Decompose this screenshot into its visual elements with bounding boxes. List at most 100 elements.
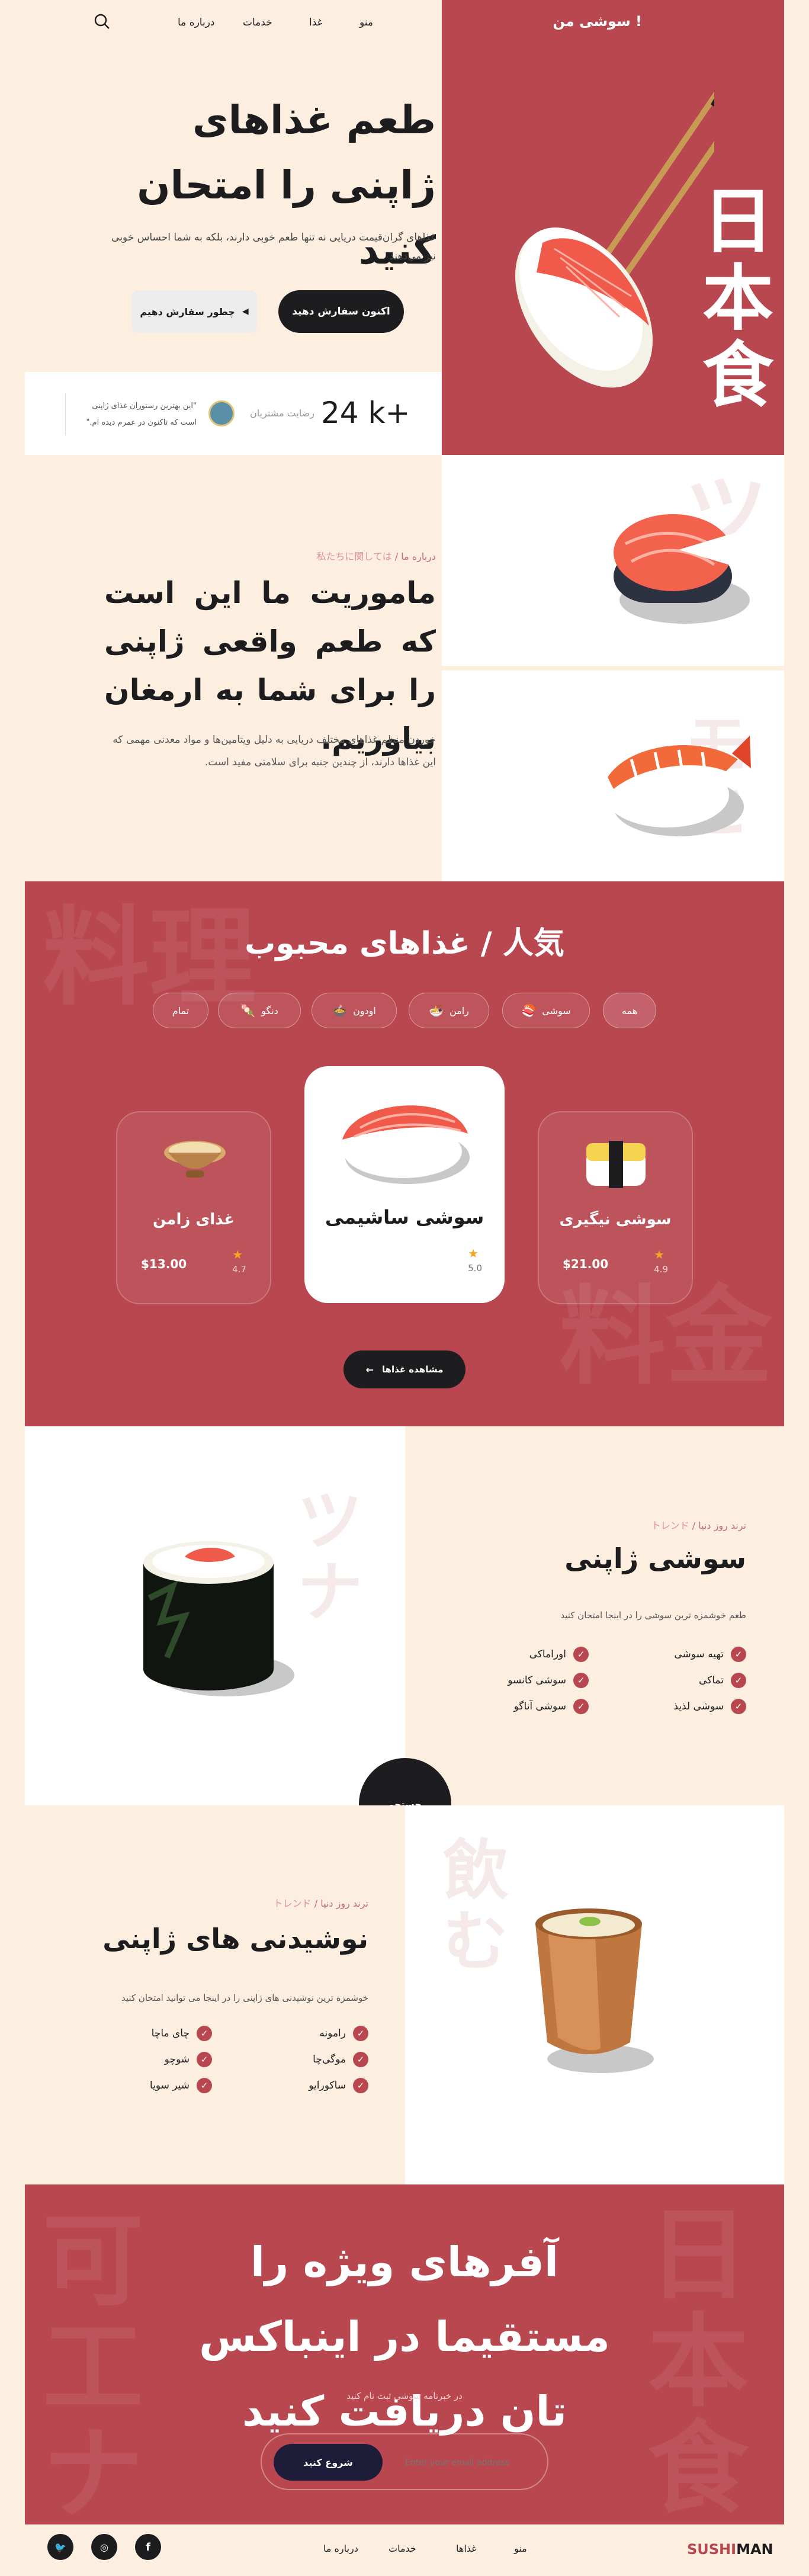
sushi-item-4: ✓ اوراماکی [529, 1647, 589, 1662]
card-sashimi-name: سوشی ساشیمی [325, 1206, 484, 1228]
trend-sushi-subtitle: طعم خوشمزه ترین سوشی را در اینجا امتحان … [560, 1610, 746, 1621]
trend-sushi-crumb: ترند روز دنیا / トレンド [497, 1518, 746, 1532]
food-card-ramen[interactable]: غذای زامن $13.00 ★ 4.7 [116, 1111, 271, 1304]
how-to-order-label: چطور سفارش دهیم [140, 306, 235, 317]
trend-sushi-crumb-fa: ترند روز دنیا / [692, 1520, 746, 1531]
drink-item-2-label: موگی‌چا [313, 2054, 346, 2065]
trend-drinks-crumb: ترند روز دنیا / トレンド [120, 1895, 368, 1910]
sushi-icon: 🍣 [521, 1003, 537, 1018]
stats-strip: 24 k+ رضایت مشتریان "این بهترین رستوران … [25, 372, 442, 455]
popular-title: غذاهای محبوب / 人気 [245, 926, 564, 961]
food-card-sashimi[interactable]: سوشی ساشیمی ★ 5.0 [304, 1066, 505, 1303]
check-icon: ✓ [573, 1673, 589, 1688]
search-icon[interactable] [94, 13, 110, 30]
chip-done-label: تمام [172, 1005, 190, 1016]
drink-item-5-label: شوچو [164, 2054, 190, 2065]
trend-sushi-crumb-jp: トレンド [651, 1520, 689, 1531]
check-icon: ✓ [353, 2026, 368, 2041]
ramen-icon: 🍜 [429, 1003, 444, 1018]
offers-title: آفرهای ویژه را مستقیما در اینباکس تان در… [199, 2238, 610, 2436]
nav-services[interactable]: خدمات [243, 17, 272, 28]
footer-brand[interactable]: SUSHIMAN [687, 2541, 773, 2558]
star-icon: ★ [468, 1246, 479, 1260]
chip-dango[interactable]: 🍡 دنگو [218, 993, 301, 1028]
drink-item-3-label: ساکورایو [309, 2080, 346, 2091]
mission-crumb-fa: درباره ما / [394, 551, 436, 562]
card-nigiri-price: $21.00 [563, 1257, 609, 1271]
check-icon: ✓ [353, 2078, 368, 2093]
check-icon: ✓ [197, 2026, 212, 2041]
salmon-steak-illustration [614, 514, 750, 624]
footer-about[interactable]: درباره ما [323, 2543, 358, 2554]
trend-drinks-subtitle: خوشمزه ترین نوشیدنی های ژاپنی را در اینج… [121, 1993, 368, 2003]
trend-drinks-crumb-fa: ترند روز دنیا / [314, 1898, 368, 1909]
sushi-item-6: ✓ سوشی آناگو [514, 1699, 589, 1714]
stats-divider [65, 393, 66, 435]
card-nigiri-name: سوشی نیگیری [559, 1211, 672, 1228]
chip-all-label: همه [621, 1005, 638, 1016]
check-icon: ✓ [197, 2052, 212, 2067]
ramen-bowl-illustration [164, 1141, 226, 1178]
see-all-foods-button[interactable]: ← مشاهده غذاها [343, 1350, 466, 1388]
hero-subtitle: غذاهای گران‌قیمت دریایی نه تنها طعم خوبی… [111, 232, 436, 262]
drink-item-4-label: چای ماچا [151, 2028, 190, 2039]
mission-text: خوردن منظم غذاهای مختلف دریایی به دلیل و… [113, 734, 436, 768]
brand-top[interactable]: سوشی من ! [553, 13, 642, 30]
card-ramen-name: غذای زامن [153, 1211, 235, 1228]
facebook-icon[interactable]: f [135, 2534, 161, 2560]
check-icon: ✓ [573, 1647, 589, 1662]
chip-sushi-label: سوشی [542, 1005, 571, 1016]
newsletter-form: شروع کنید [261, 2433, 548, 2490]
offers-subtitle: در خبرنامه سوشی ثبت نام کنید [346, 2391, 463, 2401]
check-icon: ✓ [197, 2078, 212, 2093]
twitter-icon[interactable]: 🐦 [47, 2534, 73, 2560]
sushi-item-4-label: اوراماکی [529, 1648, 566, 1660]
email-input[interactable] [405, 2451, 535, 2475]
tea-cup-illustration [535, 1908, 654, 2073]
check-icon: ✓ [731, 1699, 746, 1714]
nav-menu[interactable]: منو [359, 17, 373, 28]
chip-dango-label: دنگو [261, 1005, 278, 1016]
sushi-item-3: ✓ سوشی لذیذ [673, 1699, 746, 1714]
chip-all[interactable]: همه [603, 993, 656, 1028]
chip-udon[interactable]: 🍲 اودون [312, 993, 397, 1028]
start-button[interactable]: شروع کنید [274, 2444, 383, 2481]
hero-red-panel: سوشی من ! 日本食 [442, 0, 784, 455]
food-card-nigiri[interactable]: سوشی نیگیری $21.00 ★ 4.9 [538, 1111, 693, 1304]
instagram-icon[interactable]: ◎ [91, 2534, 117, 2560]
mission-divider [442, 666, 784, 671]
tea-panel: 飲む [405, 1805, 784, 2184]
how-to-order-button[interactable]: چطور سفارش دهیم ◀ [131, 290, 257, 333]
order-now-button[interactable]: اکنون سفارش دهید [278, 290, 404, 333]
offers-kanji-right: 日本食 [648, 2197, 749, 2527]
trend-drinks-crumb-jp: トレンド [273, 1898, 312, 1909]
footer-brand-man: MAN [736, 2541, 773, 2558]
stat-quote: "این بهترین رستوران غذای ژاپنی است که تا… [86, 402, 197, 427]
footer-menu[interactable]: منو [514, 2543, 527, 2554]
sushi-item-5: ✓ سوشی کانسو [508, 1673, 589, 1688]
sushi-item-1-label: تهیه سوشی [674, 1648, 724, 1660]
sushi-item-2-label: تماکی [698, 1674, 724, 1686]
footer-services[interactable]: خدمات [389, 2543, 416, 2554]
chip-done[interactable]: تمام [153, 993, 208, 1028]
chip-ramen[interactable]: 🍜 رامن [409, 993, 489, 1028]
sushi-item-6-label: سوشی آناگو [513, 1701, 566, 1712]
arrow-left-icon: ← [365, 1364, 374, 1375]
nav-foods[interactable]: غذا [309, 17, 323, 28]
footer-brand-sushi: SUSHI [687, 2541, 737, 2558]
drink-item-6: ✓ شیر سویا [150, 2078, 212, 2093]
card-ramen-rating: 4.7 [232, 1264, 246, 1275]
maki-roll-illustration [143, 1541, 294, 1696]
play-icon: ◀ [242, 307, 249, 316]
nigiri-illustration [586, 1141, 646, 1188]
footer-foods[interactable]: غذاها [456, 2543, 477, 2554]
check-icon: ✓ [353, 2052, 368, 2067]
trend-drinks-title: نوشیدنی های ژاپنی [102, 1923, 368, 1955]
salmon-steak-panel: ツ [442, 455, 784, 666]
chip-sushi[interactable]: 🍣 سوشی [502, 993, 590, 1028]
nav-about[interactable]: درباره ما [178, 17, 215, 28]
drink-item-5: ✓ شوچو [165, 2052, 212, 2067]
udon-icon: 🍲 [332, 1003, 348, 1018]
star-icon: ★ [232, 1247, 243, 1262]
stat-label: رضایت مشتریان [250, 408, 315, 419]
